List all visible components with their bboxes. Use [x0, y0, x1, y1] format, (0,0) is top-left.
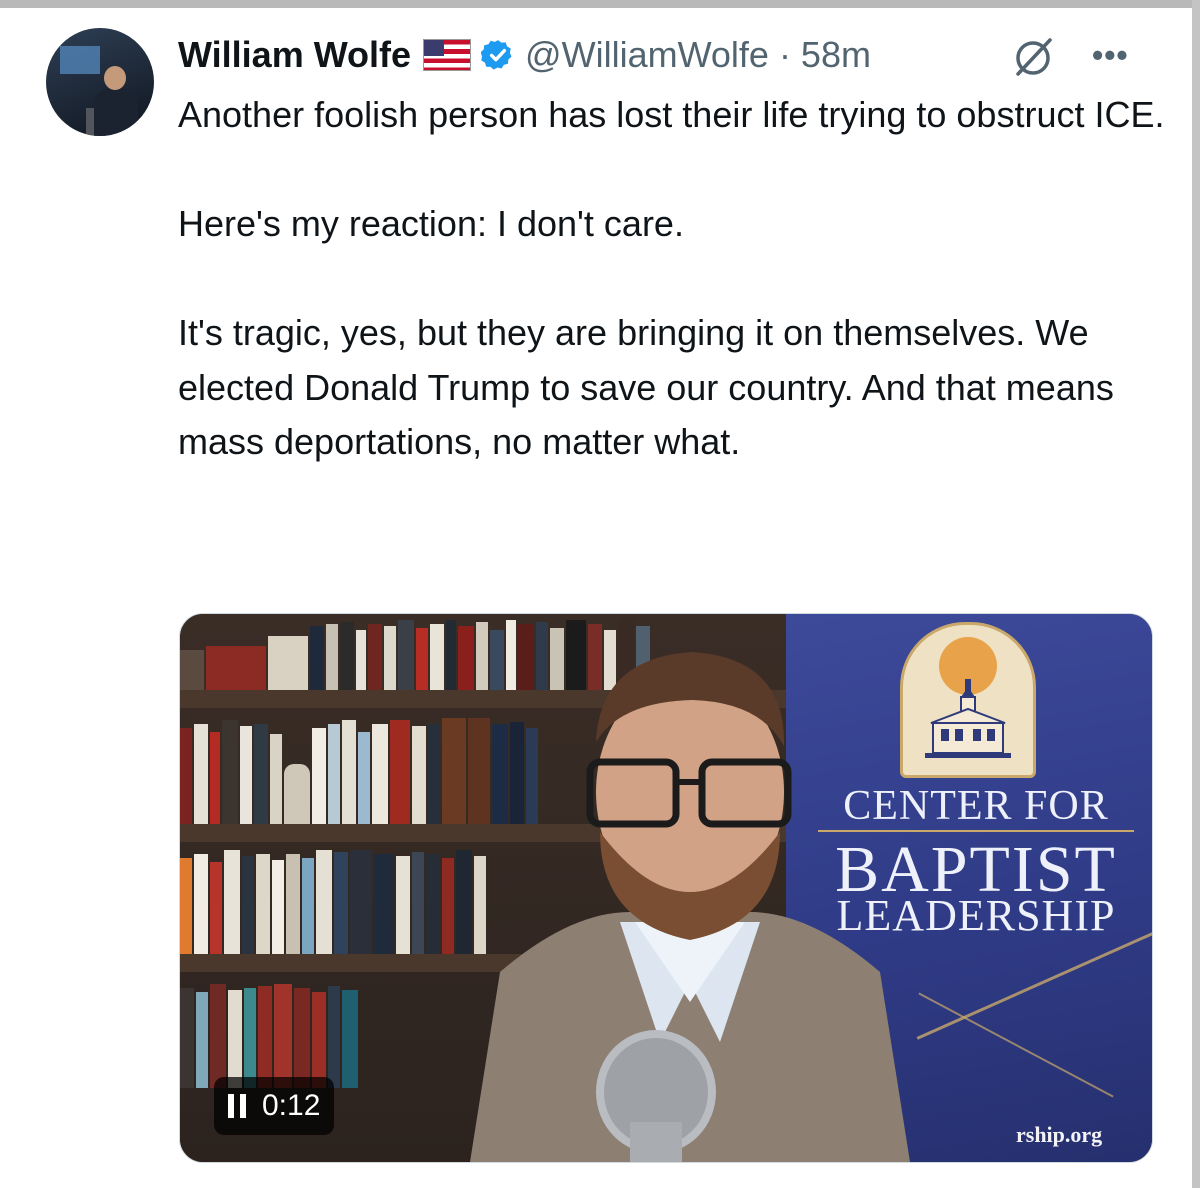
author-name[interactable]: William Wolfe: [178, 34, 411, 76]
tweet-text: Another foolish person has lost their li…: [178, 88, 1168, 470]
handle-and-timestamp[interactable]: @WilliamWolfe · 58m: [525, 34, 871, 76]
pause-icon[interactable]: [228, 1094, 246, 1118]
avatar-screen: [60, 46, 100, 74]
banner-streak: [916, 931, 1152, 1040]
verified-badge-icon: [481, 40, 512, 70]
more-options-icon[interactable]: •••: [1092, 39, 1129, 71]
avatar-person-head: [104, 66, 126, 90]
tweet-paragraph: Another foolish person has lost their li…: [178, 94, 1165, 135]
avatar[interactable]: [46, 28, 154, 136]
right-border: [1192, 0, 1200, 1188]
top-border: [0, 0, 1200, 8]
banner-url: rship.org: [1016, 1122, 1103, 1147]
avatar-person-body: [94, 88, 138, 136]
tweet-paragraph: It's tragic, yes, but they are bringing …: [178, 312, 1114, 462]
video-timer[interactable]: 0:12: [214, 1077, 335, 1135]
us-flag-icon: [423, 39, 472, 71]
tweet-paragraph: Here's my reaction: I don't care.: [178, 203, 684, 244]
video-player[interactable]: CENTER FOR BAPTIST LEADERSHIP rship.org …: [179, 613, 1153, 1163]
timer-text: 0:12: [262, 1089, 321, 1122]
tweet-header: William Wolfe @WilliamWolfe · 58m: [178, 24, 871, 86]
speaker-figure: [470, 652, 910, 1162]
grok-icon[interactable]: [1010, 34, 1056, 80]
